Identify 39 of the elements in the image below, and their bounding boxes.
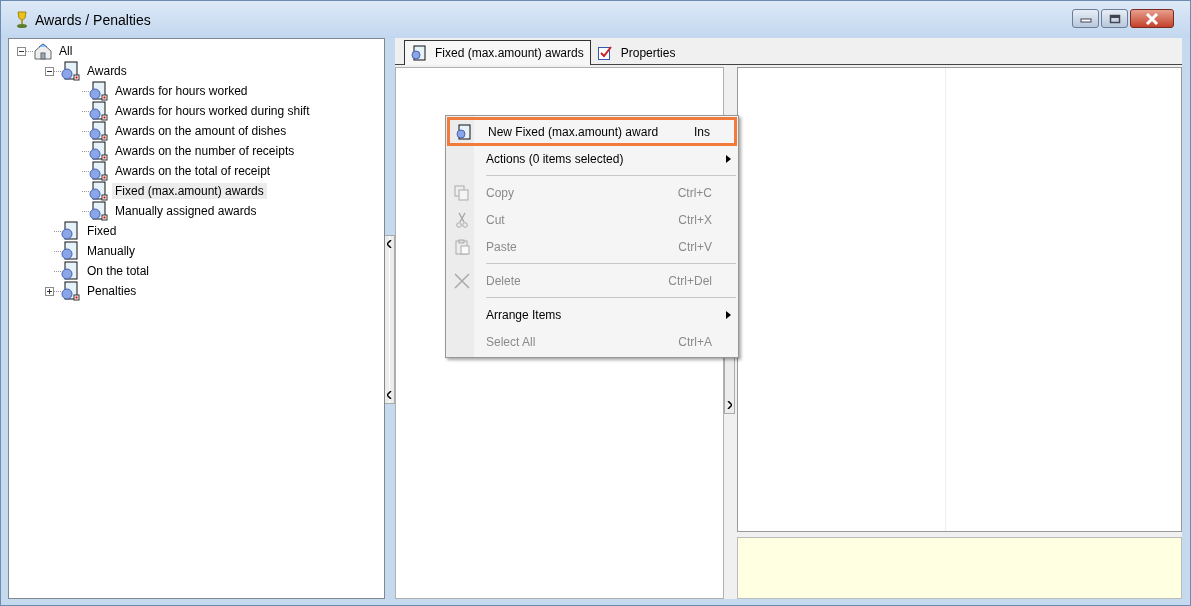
window-title: Awards / Penalties <box>35 11 151 28</box>
copy-icon <box>454 184 470 201</box>
chevron-left-icon[interactable] <box>387 240 392 248</box>
minimize-button[interactable] <box>1072 9 1099 28</box>
tab[interactable]: Properties <box>590 42 682 64</box>
chevron-left-icon[interactable] <box>387 391 392 399</box>
tree-item[interactable]: Awards on the total of receipt <box>112 163 274 179</box>
tree-item[interactable]: All <box>56 43 76 59</box>
tree-item[interactable]: Fixed <box>84 223 120 239</box>
tab[interactable]: Fixed (max.amount) awards <box>404 40 591 65</box>
tree-item[interactable]: Manually <box>84 243 139 259</box>
tree-item[interactable]: Awards <box>84 63 130 79</box>
chevron-right-icon[interactable] <box>727 401 732 409</box>
scissors-icon <box>454 211 470 228</box>
menu-item[interactable]: New Fixed (max.amount) award Ins <box>448 118 736 145</box>
close-button[interactable] <box>1130 9 1174 28</box>
close-icon <box>1145 12 1159 25</box>
expander-icon[interactable] <box>45 66 54 76</box>
menu-item[interactable]: Actions (0 items selected) <box>446 145 738 172</box>
tree-item[interactable]: Awards for hours worked during shift <box>112 103 313 119</box>
tree-item[interactable]: Penalties <box>84 283 140 299</box>
menu-item[interactable]: Arrange Items <box>446 301 738 328</box>
tree-item[interactable]: Fixed (max.amount) awards <box>112 183 267 199</box>
tree-item[interactable]: On the total <box>84 263 153 279</box>
house-icon <box>33 42 53 60</box>
maximize-icon <box>1108 13 1121 24</box>
checklist-icon <box>596 45 613 61</box>
tree-item[interactable]: Manually assigned awards <box>112 203 260 219</box>
splitter-handle[interactable] <box>724 357 735 414</box>
tree-item[interactable]: Awards for hours worked <box>112 83 251 99</box>
splitter-handle[interactable] <box>385 235 395 404</box>
delete-icon <box>454 272 470 289</box>
clipboard-icon <box>454 238 470 255</box>
expander-icon[interactable] <box>17 46 26 56</box>
trophy-icon <box>15 10 29 29</box>
tree-item[interactable]: Awards on the amount of dishes <box>112 123 290 139</box>
tree-item[interactable]: Awards on the number of receipts <box>112 143 298 159</box>
expander-icon[interactable] <box>45 286 54 296</box>
maximize-button[interactable] <box>1101 9 1128 28</box>
